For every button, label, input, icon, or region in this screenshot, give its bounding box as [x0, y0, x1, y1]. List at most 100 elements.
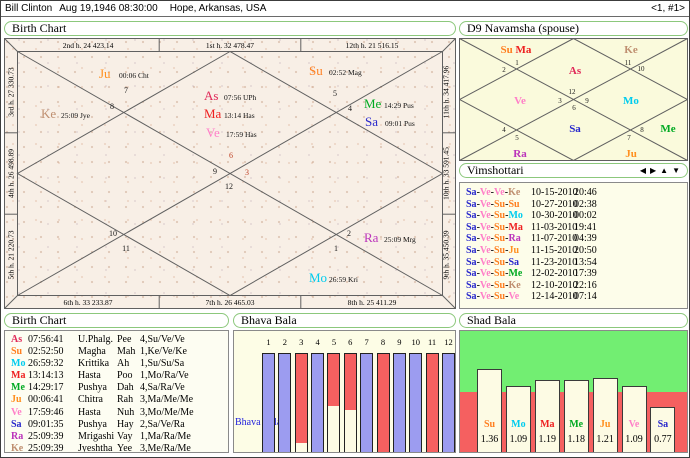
bhava-bar-fill — [345, 354, 356, 410]
vimshottari-row[interactable]: Sa-Ve-Su-Me 12-02-201017:39 — [460, 268, 687, 280]
planet-longitude: 09:01:35 — [28, 419, 64, 430]
app-window: Bill Clinton Aug 19,1946 08:30:00 Hope, … — [0, 0, 690, 458]
panel-title-text: Birth Chart — [12, 314, 66, 327]
birth-chart-panel-title: Birth Chart — [4, 21, 456, 36]
dasha-start-date: 10-27-2010 — [531, 199, 578, 210]
vimshottari-row[interactable]: Sa-Ve-Su-Ju11-15-201020:50 — [460, 245, 687, 257]
d9-planet-glyph-ke: Ke — [624, 44, 638, 56]
vimshottari-row[interactable]: Sa-Ve-Su-Ke12-10-201022:16 — [460, 280, 687, 292]
vimshottari-row[interactable]: Sa-Ve-Su-Su10-27-201002:38 — [460, 199, 687, 211]
house-edge-label: 2nd h. 24 423.14 — [63, 41, 114, 50]
planet-abbr: Ke — [11, 443, 23, 453]
planet-sound: Yee — [117, 443, 132, 453]
bhava-bar — [311, 353, 324, 453]
house-edge-label: 5th h. 21 220.73 — [7, 230, 16, 279]
vimshottari-row[interactable]: Sa-Ve-Su-Ma11-03-201019:41 — [460, 222, 687, 234]
vimshottari-row[interactable]: Sa-Ve-Su-Sa11-23-201013:54 — [460, 257, 687, 269]
dasha-start-date: 12-02-2010 — [531, 268, 578, 279]
planet-table-row: Ra25:09:39MrigashiVay1,Ma/Ra/Me — [5, 431, 228, 443]
bhava-bala-chart[interactable]: Bhava Bala 123456789101112 — [233, 330, 456, 453]
dasha-start-date: 11-15-2010 — [531, 245, 577, 256]
bhava-bar-fill — [361, 354, 372, 453]
dasha-start-time: 19:41 — [574, 222, 597, 233]
dasha-start-time: 00:02 — [574, 210, 597, 221]
vimshottari-row[interactable]: Sa-Ve-Su-Mo10-30-201000:02 — [460, 210, 687, 222]
planet-longitude: 00:06:41 — [28, 394, 64, 405]
dasha-prev-icon[interactable]: ◀ — [640, 164, 646, 177]
bhava-house-number: 9 — [392, 337, 406, 347]
rashi-number: 10 — [638, 65, 646, 73]
dasha-start-date: 11-03-2010 — [531, 222, 577, 233]
d9-panel-title: D9 Navamsha (spouse) — [459, 21, 688, 36]
dasha-sequence: Sa-Ve-Su-Ve — [466, 291, 519, 302]
planet-sound: Dah — [117, 382, 134, 393]
planet-table-row: Ma13:14:13HastaPoo1,Mo/Ra/Ve — [5, 370, 228, 382]
planet-nakshatra: Krittika — [78, 358, 109, 369]
planet-sound: Vay — [117, 431, 133, 442]
planet-longitude: 17:59:46 — [28, 407, 64, 418]
rashi-number: 2 — [347, 229, 351, 238]
dasha-sequence: Sa-Ve-Su-Sa — [466, 257, 519, 268]
d9-planet-glyph-ra: Ra — [513, 148, 527, 160]
vimshottari-row[interactable]: Sa-Ve-Ve-Ke10-15-201020:46 — [460, 187, 687, 199]
d9-planet-glyph-ve: Ve — [514, 95, 526, 107]
rashi-number: 8 — [640, 126, 644, 134]
planet-abbr: Ra — [11, 431, 23, 442]
bhava-bar — [295, 353, 308, 453]
bhava-house-number: 6 — [343, 337, 357, 347]
planet-sound: Pee — [117, 334, 131, 345]
planet-abbr: Ju — [11, 394, 22, 405]
planet-lords: 1,Ma/Ra/Me — [140, 431, 191, 442]
house-edge-label: 11th h. 34 417.96 — [442, 66, 451, 119]
shad-bala-chart[interactable]: Su1.36Mo1.09Ma1.19Me1.18Ju1.21Ve1.09Sa0.… — [459, 330, 688, 453]
dasha-start-time: 22:16 — [574, 280, 597, 291]
planet-abbr: Ve — [11, 407, 22, 418]
dasha-start-time: 20:46 — [574, 187, 597, 198]
vimshottari-row[interactable]: Sa-Ve-Su-Ve12-14-201007:14 — [460, 291, 687, 303]
planet-degree-label: 09:01 Pus — [385, 119, 415, 128]
bhava-bar — [426, 353, 439, 453]
rashi-number: 3 — [558, 97, 562, 105]
planet-lords: 4,Su/Ve/Ve — [140, 334, 185, 345]
planet-degree-label: 00:06 Cht — [119, 71, 150, 80]
planet-abbr: Sa — [11, 419, 22, 430]
vimshottari-list[interactable]: Sa-Ve-Ve-Ke10-15-201020:46Sa-Ve-Su-Su10-… — [459, 182, 688, 309]
d9-navamsha-panel: D9 Navamsha (spouse) Su MaKeAsVeMoSaMeRa… — [459, 21, 688, 161]
planet-table[interactable]: As07:56:41U.Phalg.Pee4,Su/Ve/VeSu02:52:5… — [4, 330, 229, 453]
planet-longitude: 25:09:39 — [28, 443, 64, 453]
d9-chart[interactable]: Su MaKeAsVeMoSaMeRaJu211110123964587 — [459, 38, 688, 161]
planet-longitude: 07:56:41 — [28, 334, 64, 345]
planet-sound: Poo — [117, 370, 133, 381]
bhava-house-number: 11 — [425, 337, 439, 347]
rashi-number: 4 — [348, 104, 352, 113]
house-edge-label: 3rd h. 27 330.73 — [7, 67, 16, 117]
planet-lords: 2,Sa/Ve/Ra — [140, 419, 185, 430]
planet-glyph-sa: Sa — [365, 114, 378, 129]
rashi-number: 12 — [569, 88, 577, 96]
d9-planet-glyph-me: Me — [660, 123, 675, 135]
bhava-house-number: 1 — [262, 337, 276, 347]
shad-bala-panel: Shad Bala Su1.36Mo1.09Ma1.19Me1.18Ju1.21… — [459, 313, 688, 453]
planet-nakshatra: U.Phalg. — [78, 334, 113, 345]
dasha-start-time: 17:39 — [574, 268, 597, 279]
rasi-chart[interactable]: 2nd h. 24 423.141st h. 32 478.4712th h. … — [4, 38, 456, 309]
rashi-number: 1 — [334, 244, 338, 253]
dasha-up-icon[interactable]: ▲ — [660, 164, 668, 177]
planet-abbr: Su — [11, 346, 22, 357]
dasha-sequence: Sa-Ve-Su-Me — [466, 268, 522, 279]
dasha-start-date: 12-14-2010 — [531, 291, 578, 302]
house-edge-label: 10th h. 33 591.45 — [442, 147, 451, 200]
shad-bala-value: 1.18 — [564, 434, 589, 445]
dasha-next-icon[interactable]: ▶ — [650, 164, 656, 177]
shad-bala-value: 1.09 — [622, 434, 647, 445]
rashi-number: 1 — [515, 59, 519, 67]
planet-table-row: Ve17:59:46HastaNuh3,Mo/Me/Me — [5, 407, 228, 419]
planet-nakshatra: Hasta — [78, 407, 101, 418]
planet-degree-label: 13:14 Has — [224, 111, 255, 120]
panel-title-text: Birth Chart — [12, 22, 66, 35]
dasha-down-icon[interactable]: ▼ — [672, 164, 680, 177]
vimshottari-row[interactable]: Sa-Ve-Su-Ra11-07-201004:39 — [460, 233, 687, 245]
shad-bala-panel-title: Shad Bala — [459, 313, 688, 328]
planet-degree-label: 17:59 Has — [226, 130, 257, 139]
planet-table-row: Me14:29:17PushyaDah4,Sa/Ra/Ve — [5, 382, 228, 394]
